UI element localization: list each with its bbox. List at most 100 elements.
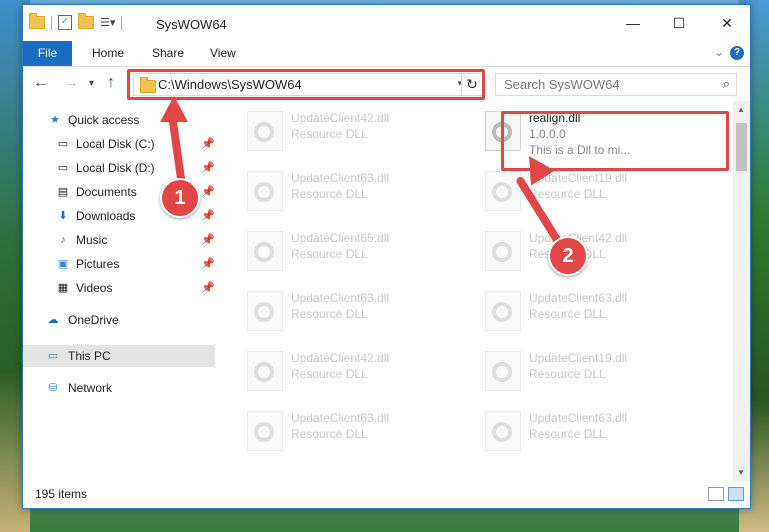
file-name: UpdateClient63.dll bbox=[291, 411, 390, 425]
file-type: Resource DLL bbox=[291, 307, 368, 321]
dll-file-icon bbox=[247, 411, 283, 451]
dll-file-icon bbox=[247, 291, 283, 331]
sidebar-item-this-pc[interactable]: ▭ This PC bbox=[23, 345, 215, 367]
file-explorer-window: ✓ ☰▾ SysWOW64 — ☐ ✕ File Home Share View… bbox=[22, 4, 751, 509]
pin-icon[interactable]: 📌 bbox=[201, 229, 215, 251]
title-bar: ✓ ☰▾ SysWOW64 — ☐ ✕ bbox=[23, 5, 750, 41]
view-toggle bbox=[708, 487, 744, 501]
sidebar-item-label: Local Disk (D:) bbox=[76, 161, 155, 175]
quick-access-toolbar: ✓ ☰▾ bbox=[29, 13, 123, 30]
network-icon: ⛁ bbox=[48, 382, 58, 394]
file-item[interactable]: UpdateClient63.dll Resource DLL bbox=[457, 403, 677, 453]
file-type: Resource DLL bbox=[291, 367, 368, 381]
file-item[interactable]: UpdateClient19.dll Resource DLL bbox=[457, 163, 677, 213]
dll-file-icon bbox=[247, 171, 283, 211]
star-icon: ★ bbox=[50, 114, 60, 126]
pictures-icon: ▣ bbox=[57, 258, 69, 270]
scroll-down-icon[interactable]: ▼ bbox=[737, 468, 745, 477]
dll-file-icon bbox=[485, 171, 521, 211]
drive-icon: ▭ bbox=[57, 138, 69, 150]
sidebar-item-music[interactable]: ♪ Music 📌 bbox=[23, 229, 215, 251]
sidebar-item-label: Network bbox=[68, 381, 113, 395]
tab-file[interactable]: File bbox=[23, 41, 72, 66]
help-icon[interactable]: ? bbox=[730, 46, 744, 60]
step-badge-1: 1 bbox=[160, 178, 200, 218]
vertical-scrollbar[interactable]: ▲ ▼ bbox=[733, 101, 750, 481]
pin-icon[interactable]: 📌 bbox=[201, 253, 215, 275]
details-view-icon[interactable] bbox=[708, 487, 724, 501]
search-icon[interactable]: ⌕ bbox=[723, 76, 730, 92]
file-name: UpdateClient63.dll bbox=[529, 411, 628, 425]
sidebar-item-label: Documents bbox=[76, 185, 137, 199]
back-arrow-icon[interactable]: ← bbox=[33, 74, 49, 92]
cloud-icon: ☁ bbox=[47, 314, 59, 326]
scroll-thumb[interactable] bbox=[736, 123, 747, 171]
file-type: Resource DLL bbox=[529, 367, 606, 381]
file-type: Resource DLL bbox=[529, 307, 606, 321]
sidebar-item-videos[interactable]: ▦ Videos 📌 bbox=[23, 277, 215, 299]
sidebar-item-label: Local Disk (C:) bbox=[76, 137, 155, 151]
annotation-arrowhead-1 bbox=[160, 96, 188, 122]
tab-home[interactable]: Home bbox=[92, 41, 124, 66]
new-folder-icon[interactable] bbox=[78, 13, 94, 29]
dll-file-icon bbox=[485, 231, 521, 271]
music-icon: ♪ bbox=[60, 234, 66, 246]
dll-file-icon bbox=[247, 351, 283, 391]
customize-toolbar-icon[interactable]: ☰▾ bbox=[100, 16, 115, 29]
expand-ribbon-icon[interactable]: ⌄ bbox=[714, 45, 724, 59]
sidebar-item-label: Quick access bbox=[68, 113, 140, 127]
sidebar-item-local-disk-c[interactable]: ▭ Local Disk (C:) 📌 bbox=[23, 133, 215, 155]
file-item[interactable]: UpdateClient19.dll Resource DLL bbox=[457, 343, 677, 393]
maximize-button[interactable]: ☐ bbox=[659, 11, 699, 35]
tab-view[interactable]: View bbox=[210, 41, 236, 66]
dll-file-icon bbox=[247, 231, 283, 271]
navigation-pane: ★ Quick access ▭ Local Disk (C:) 📌 ▭ Loc… bbox=[23, 101, 215, 481]
sidebar-item-label: Videos bbox=[76, 281, 113, 295]
navigation-bar: ← → ▾ ↑ C:\Windows\SysWOW64 ▾ ↻ Search S… bbox=[23, 67, 750, 101]
file-item[interactable]: UpdateClient63.dll Resource DLL bbox=[219, 403, 439, 453]
file-name: UpdateClient63.dll bbox=[291, 291, 390, 305]
file-item[interactable]: UpdateClient42.dll Resource DLL bbox=[219, 343, 439, 393]
toolbar-divider bbox=[51, 15, 52, 30]
file-item[interactable]: UpdateClient42.dll Resource DLL bbox=[219, 103, 439, 153]
pin-icon[interactable]: 📌 bbox=[201, 133, 215, 155]
sidebar-item-network[interactable]: ⛁ Network bbox=[23, 377, 215, 399]
window-title: SysWOW64 bbox=[156, 17, 227, 32]
file-type: Resource DLL bbox=[291, 127, 368, 141]
tiles-view-icon[interactable] bbox=[728, 487, 744, 501]
pin-icon[interactable]: 📌 bbox=[201, 205, 215, 227]
search-placeholder: Search SysWOW64 bbox=[504, 77, 620, 92]
pin-icon[interactable]: 📌 bbox=[201, 181, 215, 203]
recent-locations-icon[interactable]: ▾ bbox=[89, 78, 94, 89]
sidebar-item-pictures[interactable]: ▣ Pictures 📌 bbox=[23, 253, 215, 275]
sidebar-item-label: OneDrive bbox=[68, 313, 119, 327]
file-item[interactable]: UpdateClient63.dll Resource DLL bbox=[457, 283, 677, 333]
file-type: Resource DLL bbox=[529, 187, 606, 201]
download-icon: ⬇ bbox=[58, 210, 68, 222]
pc-icon: ▭ bbox=[47, 350, 59, 362]
pin-icon[interactable]: 📌 bbox=[201, 157, 215, 179]
search-box[interactable]: Search SysWOW64 ⌕ bbox=[495, 73, 737, 96]
ribbon-tabs: File Home Share View ⌄ ? bbox=[23, 41, 750, 67]
status-bar: 195 items bbox=[23, 481, 750, 507]
file-name: UpdateClient63.dll bbox=[529, 291, 628, 305]
scroll-up-icon[interactable]: ▲ bbox=[737, 105, 745, 114]
pin-icon[interactable]: 📌 bbox=[201, 277, 215, 299]
file-item[interactable]: UpdateClient63.dll Resource DLL bbox=[219, 163, 439, 213]
sidebar-item-onedrive[interactable]: ☁ OneDrive bbox=[23, 309, 215, 331]
sidebar-item-label: This PC bbox=[68, 349, 111, 363]
close-button[interactable]: ✕ bbox=[707, 11, 747, 35]
minimize-button[interactable]: — bbox=[613, 11, 653, 35]
up-arrow-icon[interactable]: ↑ bbox=[107, 74, 115, 92]
file-type: Resource DLL bbox=[291, 427, 368, 441]
properties-icon[interactable]: ✓ bbox=[58, 15, 72, 30]
forward-arrow-icon[interactable]: → bbox=[63, 74, 79, 92]
item-count: 195 items bbox=[35, 487, 88, 501]
file-item[interactable]: UpdateClient65.dll Resource DLL bbox=[219, 223, 439, 273]
file-item[interactable]: UpdateClient63.dll Resource DLL bbox=[219, 283, 439, 333]
dll-file-icon bbox=[485, 411, 521, 451]
dll-file-icon bbox=[485, 351, 521, 391]
sidebar-item-local-disk-d[interactable]: ▭ Local Disk (D:) 📌 bbox=[23, 157, 215, 179]
tab-share[interactable]: Share bbox=[152, 41, 184, 66]
file-type: Resource DLL bbox=[291, 247, 368, 261]
